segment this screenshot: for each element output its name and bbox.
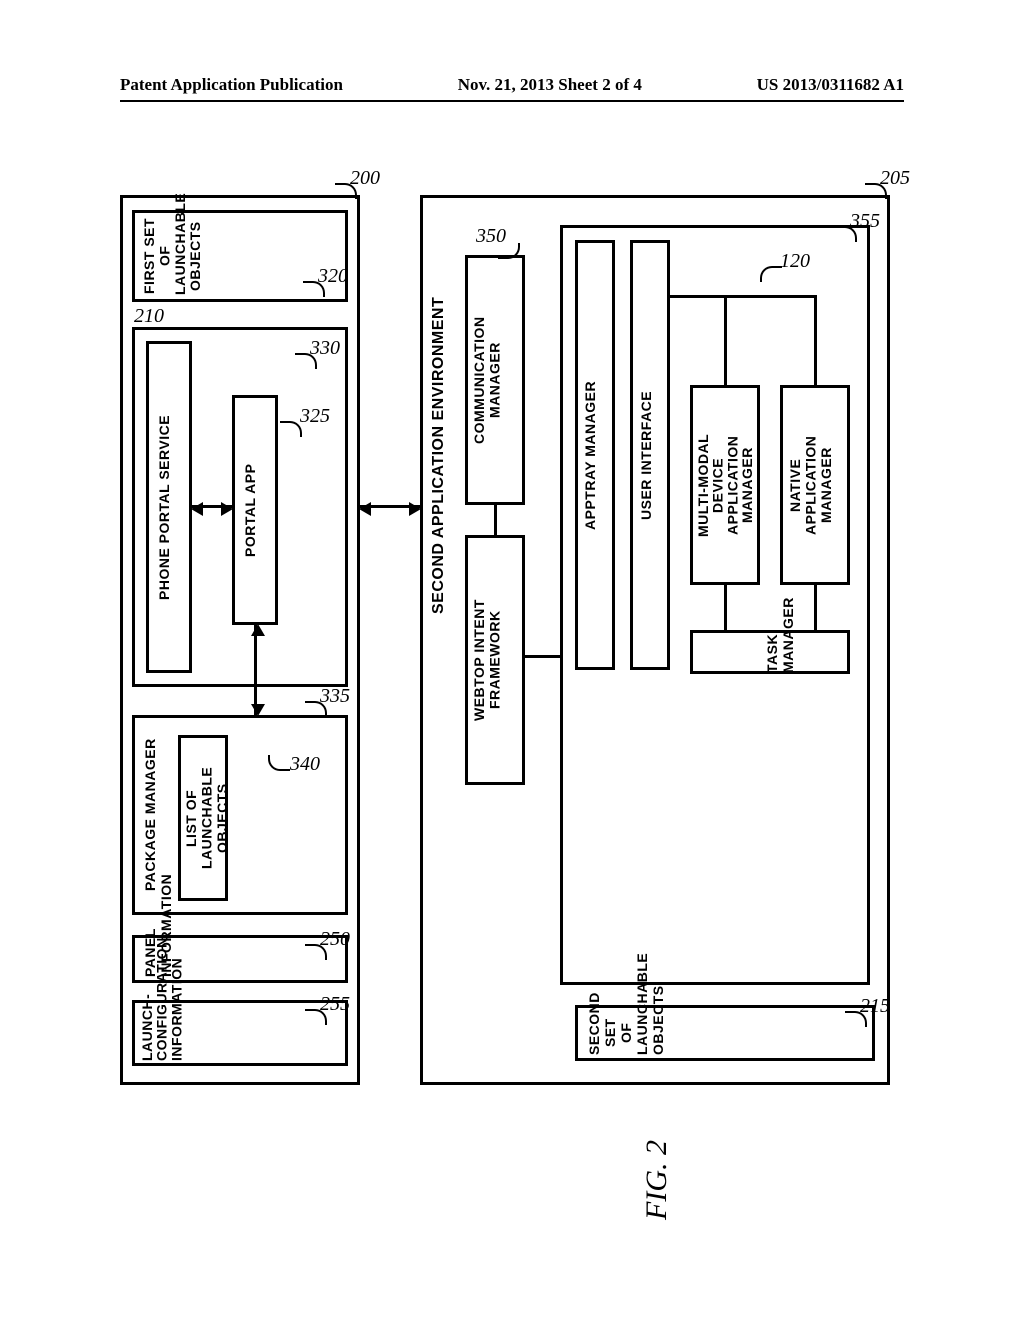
arrow-portal-pkg: [254, 625, 257, 715]
second-set-label: SECOND SET OF LAUNCHABLE OBJECTS: [586, 1011, 866, 1055]
ref-255: 255: [320, 993, 350, 1016]
page-header: Patent Application Publication Nov. 21, …: [120, 75, 904, 95]
task-mgr-label2: TASK MANAGER: [764, 633, 796, 673]
first-set-label: FIRST SET OF LAUNCHABLE OBJECTS: [142, 217, 180, 295]
conn-mm-task: [724, 585, 727, 630]
webtop-label: WEBTOP INTENT FRAMEWORK: [472, 547, 518, 773]
diagram-stage: 200 FIRST SET OF LAUNCHABLE OBJECTS 210 …: [120, 155, 904, 1175]
header-rule: [120, 100, 904, 102]
arrow-portal: [192, 505, 232, 508]
header-right: US 2013/0311682 A1: [757, 75, 904, 95]
launch-cfg-label: LAUNCH-CONFIGURATION INFORMATION: [140, 1005, 180, 1061]
ref-320: 320: [318, 265, 348, 288]
mm-app-mgr-label: MULTI-MODAL DEVICE APPLICATION MANAGER: [696, 393, 754, 577]
ref-120: 120: [780, 250, 810, 273]
ref-330: 330: [310, 337, 340, 360]
phone-portal-label: PHONE PORTAL SERVICE: [156, 351, 172, 663]
arrow-env-link: [360, 505, 420, 508]
ref-325: 325: [300, 405, 330, 428]
ref-355: 355: [850, 210, 880, 233]
ref-335: 335: [320, 685, 350, 708]
ref-210: 210: [134, 305, 164, 328]
page: Patent Application Publication Nov. 21, …: [0, 0, 1024, 1320]
lead-120: [760, 266, 782, 282]
apptray-title: APPTRAY MANAGER: [582, 255, 598, 655]
conn-nat-task: [814, 585, 817, 630]
conn-webtop-apptray: [525, 655, 560, 658]
package-mgr-label: PACKAGE MANAGER: [142, 725, 158, 905]
portal-app-label: PORTAL APP: [242, 415, 258, 605]
conn-ui-mm: [724, 295, 727, 385]
ref-340: 340: [290, 753, 320, 776]
header-left: Patent Application Publication: [120, 75, 343, 95]
list-launchable-label: LIST OF LAUNCHABLE OBJECTS: [184, 743, 222, 893]
figure-caption: FIG. 2: [640, 1100, 674, 1220]
env2-title: SECOND APPLICATION ENVIRONMENT: [430, 215, 448, 695]
ref-205: 205: [880, 167, 910, 190]
conn-comm-webtop: [494, 505, 497, 535]
header-center: Nov. 21, 2013 Sheet 2 of 4: [458, 75, 642, 95]
native-app-mgr-label: NATIVE APPLICATION MANAGER: [788, 400, 842, 570]
ui-label: USER INTERFACE: [638, 275, 654, 635]
conn-ui-nat-h: [670, 295, 816, 298]
ref-200: 200: [350, 167, 380, 190]
ref-250: 250: [320, 928, 350, 951]
comm-mgr-label: COMMUNICATION MANAGER: [472, 265, 518, 495]
conn-ui-native: [814, 295, 817, 385]
ref-215: 215: [860, 995, 890, 1018]
